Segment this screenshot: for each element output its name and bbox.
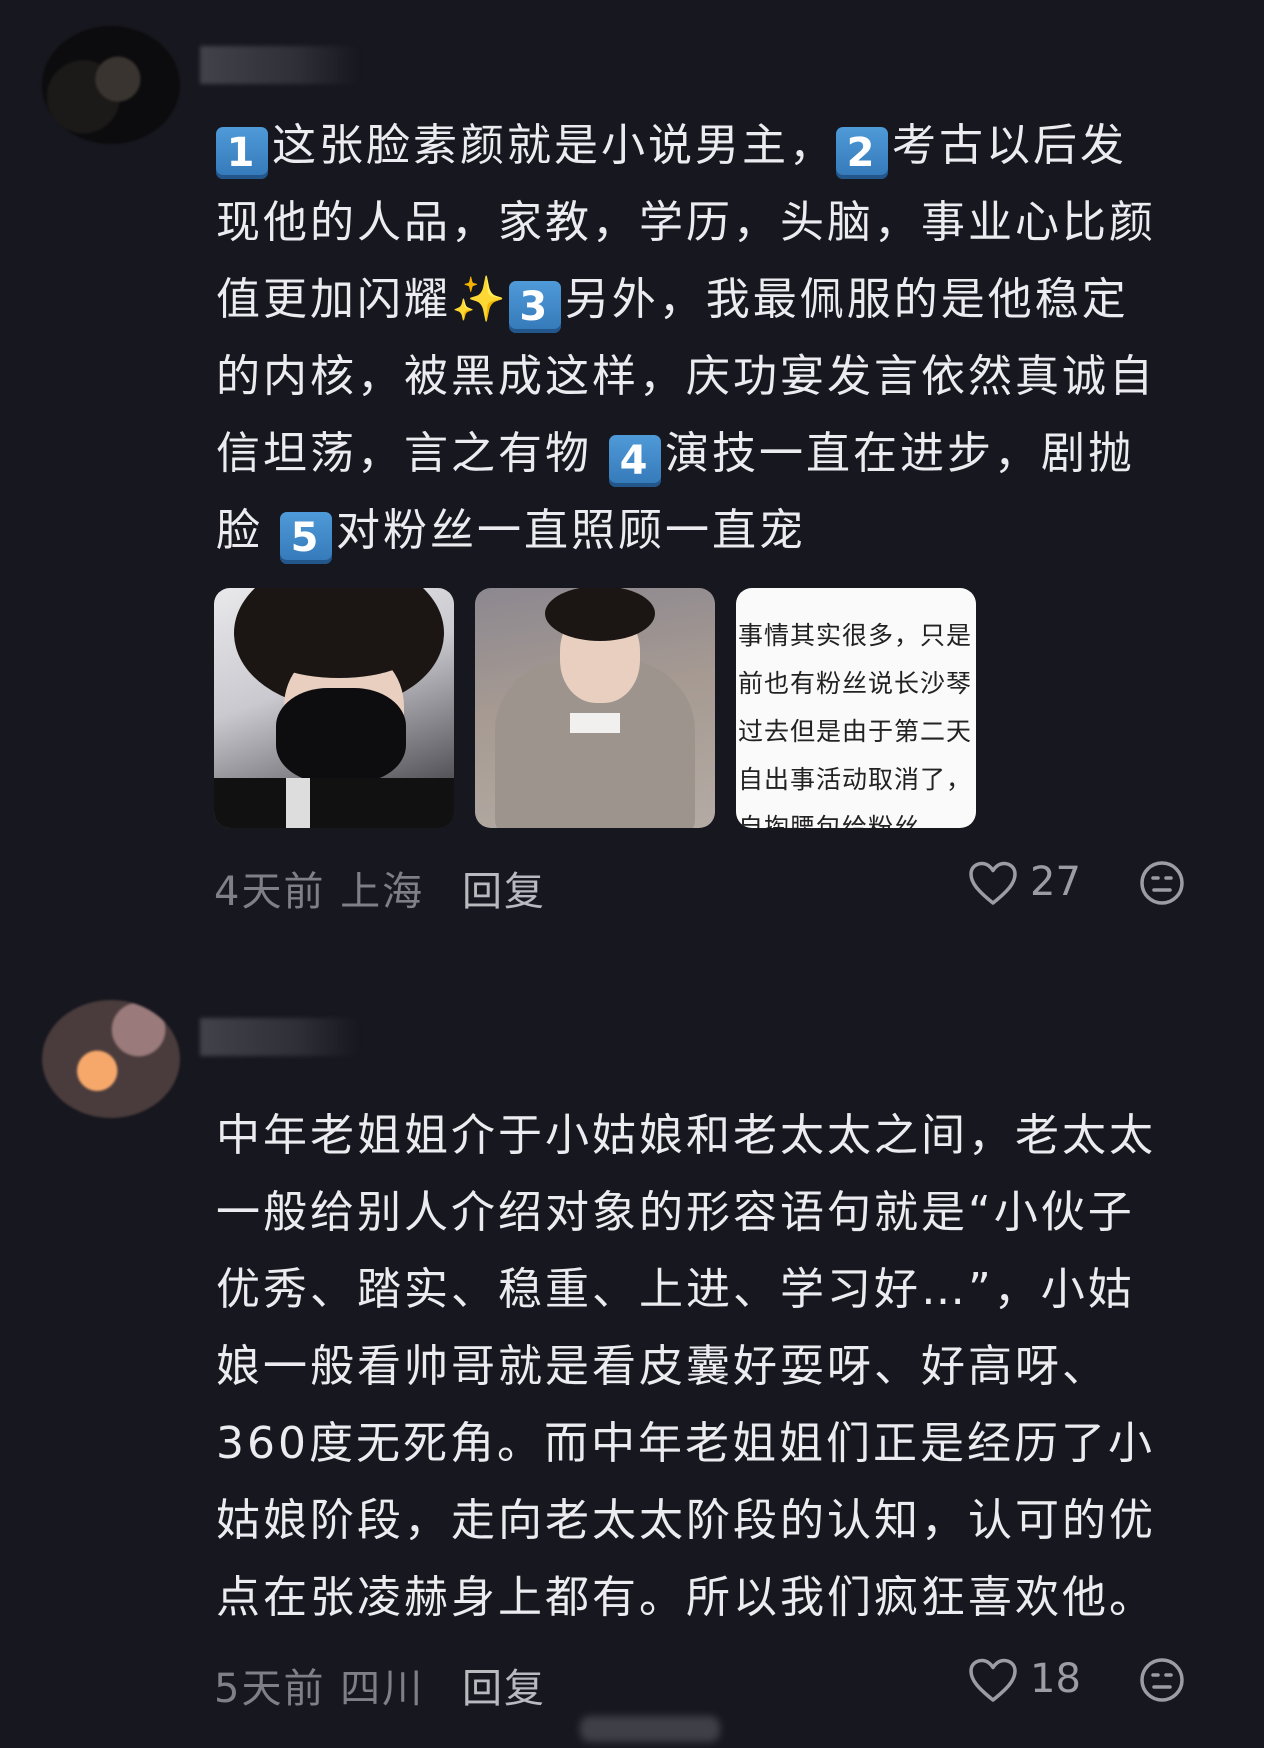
text-line: 中年老姐姐介于小姑娘和老太太之间，老太太 — [216, 1097, 1216, 1174]
thumb-text: 自出事活动取消了， — [738, 765, 973, 794]
thumb-text: 自掏腰包给粉丝 — [738, 813, 921, 828]
reply-button[interactable]: 回复 — [462, 859, 546, 917]
text-line: 信坦荡，言之有物 4 演技一直在进步，剧抛 — [216, 415, 1216, 492]
text-line: 值更加闪耀✨ 3 另外，我最佩服的是他稳定 — [216, 261, 1216, 338]
text-segment: 对粉丝一直照顾一直宠 — [336, 505, 806, 556]
comment-text: 1 这张脸素颜就是小说男主， 2 考古以后发 现他的人品，家教，学历，头脑，事业心比颜值… — [216, 107, 1216, 569]
like-button[interactable]: 18 — [968, 1652, 1098, 1712]
keycap-digit-emoji: 4 — [609, 435, 661, 487]
text-segment: 脸 — [216, 505, 280, 556]
text-line: 一般给别人介绍对象的形容语句就是“小伙子 — [216, 1174, 1216, 1251]
text-segment: 中年老姐姐介于小姑娘和老太太之间，老太太 — [216, 1110, 1156, 1161]
reply-button[interactable]: 回复 — [462, 1656, 546, 1714]
watermark-blurred — [580, 1716, 720, 1742]
time-location: 4天前 上海 — [214, 869, 425, 915]
photo-thumbnail[interactable] — [214, 588, 454, 828]
text-segment: 娘一般看帅哥就是看皮囊好耍呀、好高呀、 — [216, 1341, 1109, 1392]
text-line: 娘一般看帅哥就是看皮囊好耍呀、好高呀、 — [216, 1328, 1216, 1405]
text-segment: 现他的人品，家教，学历，头脑，事业心比颜 — [216, 197, 1156, 248]
sparkles-emoji: ✨ — [451, 274, 509, 325]
like-button[interactable]: 27 — [968, 855, 1098, 915]
text-segment: 点在张凌赫身上都有。所以我们疯狂喜欢他。 — [216, 1572, 1156, 1623]
keycap-digit-emoji: 1 — [216, 127, 268, 179]
heart-outline-icon — [969, 861, 1017, 905]
text-line: 1 这张脸素颜就是小说男主， 2 考古以后发 — [216, 107, 1216, 184]
neutral-face-icon[interactable] — [1138, 859, 1186, 907]
text-segment: 360度无死角。而中年老姐姐们正是经历了小 — [216, 1418, 1155, 1469]
avatar[interactable] — [42, 26, 180, 144]
username-blurred[interactable] — [200, 46, 360, 84]
keycap-digit-emoji: 2 — [836, 127, 888, 179]
text-segment: 考古以后发 — [892, 120, 1127, 171]
thumb-text: 过去但是由于第二天 — [738, 717, 973, 746]
like-count: 27 — [1030, 859, 1081, 905]
text-segment: 另外，我最佩服的是他稳定 — [564, 274, 1129, 325]
like-count: 18 — [1030, 1656, 1081, 1702]
avatar[interactable] — [42, 1000, 180, 1118]
text-line: 360度无死角。而中年老姐姐们正是经历了小 — [216, 1405, 1216, 1482]
thumb-text: 前也有粉丝说长沙琴 — [738, 669, 973, 698]
text-segment: 一般给别人介绍对象的形容语句就是“小伙子 — [216, 1187, 1135, 1238]
text-segment: 信坦荡，言之有物 — [216, 428, 609, 479]
comment-meta: 5天前 四川 回复 18 — [214, 1652, 1214, 1712]
thumb-text: 事情其实很多，只是 — [738, 621, 973, 650]
text-segment: 的内核，被黑成这样，庆功宴发言依然真诚自 — [216, 351, 1156, 402]
text-segment: 姑娘阶段，走向老太太阶段的认知，认可的优 — [216, 1495, 1156, 1546]
neutral-face-icon[interactable] — [1138, 1656, 1186, 1704]
photo-thumbnail[interactable] — [475, 588, 715, 828]
keycap-digit-emoji: 3 — [508, 281, 561, 333]
text-line: 现他的人品，家教，学历，头脑，事业心比颜 — [216, 184, 1216, 261]
heart-outline-icon — [969, 1658, 1017, 1702]
text-segment: 优秀、踏实、稳重、上进、学习好…”，小姑 — [216, 1264, 1135, 1315]
text-line: 的内核，被黑成这样，庆功宴发言依然真诚自 — [216, 338, 1216, 415]
username-blurred[interactable] — [200, 1018, 360, 1056]
comment-meta: 4天前 上海 回复 27 — [214, 855, 1214, 915]
text-line: 姑娘阶段，走向老太太阶段的认知，认可的优 — [216, 1482, 1216, 1559]
keycap-digit-emoji: 5 — [280, 512, 332, 564]
text-segment: 这张脸素颜就是小说男主， — [272, 120, 836, 171]
comment: 1 这张脸素颜就是小说男主， 2 考古以后发 现他的人品，家教，学历，头脑，事业心比颜值… — [0, 0, 1264, 960]
text-line: 脸 5 对粉丝一直照顾一直宠 — [216, 492, 1216, 569]
time-location: 5天前 四川 — [214, 1666, 425, 1712]
text-segment: 值更加闪耀 — [216, 274, 451, 325]
comment-text: 中年老姐姐介于小姑娘和老太太之间，老太太 一般给别人介绍对象的形容语句就是“小伙子… — [216, 1097, 1216, 1636]
text-line: 点在张凌赫身上都有。所以我们疯狂喜欢他。 — [216, 1559, 1216, 1636]
text-segment: 演技一直在进步，剧抛 — [665, 428, 1135, 479]
screenshot-thumbnail[interactable]: 事情其实很多，只是 前也有粉丝说长沙琴 过去但是由于第二天 自出事活动取消了， … — [736, 588, 976, 828]
text-line: 优秀、踏实、稳重、上进、学习好…”，小姑 — [216, 1251, 1216, 1328]
